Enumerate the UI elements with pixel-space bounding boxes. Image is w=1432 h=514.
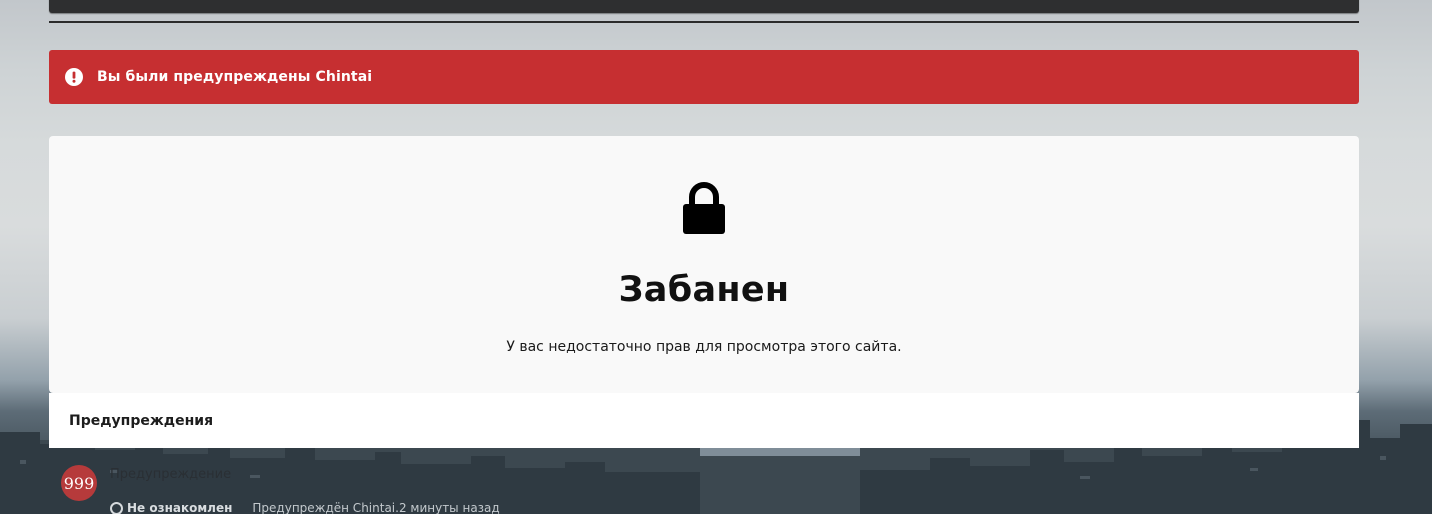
header-divider — [49, 21, 1359, 23]
warning-type-link[interactable]: Предупреждение — [110, 467, 231, 482]
banned-description: У вас недостаточно прав для просмотра эт… — [506, 339, 902, 355]
top-navigation-bar — [49, 0, 1359, 13]
lock-icon — [683, 182, 725, 234]
avatar[interactable]: 999 — [61, 465, 97, 501]
banned-panel: Забанен У вас недостаточно прав для прос… — [49, 136, 1359, 393]
warnings-section-header: Предупреждения — [49, 393, 1359, 448]
warnings-title: Предупреждения — [69, 412, 214, 429]
unread-circle-icon — [110, 501, 123, 514]
warning-timestamp: Предупреждён Chintai.2 минуты назад — [252, 501, 500, 514]
alert-message: Вы были предупреждены Chintai — [97, 69, 373, 85]
list-item[interactable]: 999 Предупреждение Не ознакомлен Предупр… — [49, 448, 1359, 514]
status-badge: Не ознакомлен — [127, 501, 233, 514]
exclamation-circle-icon — [65, 68, 83, 86]
warning-meta: Не ознакомлен Предупреждён Chintai.2 мин… — [110, 501, 500, 514]
warning-alert-banner: Вы были предупреждены Chintai — [49, 50, 1359, 104]
page-title: Забанен — [618, 270, 790, 310]
